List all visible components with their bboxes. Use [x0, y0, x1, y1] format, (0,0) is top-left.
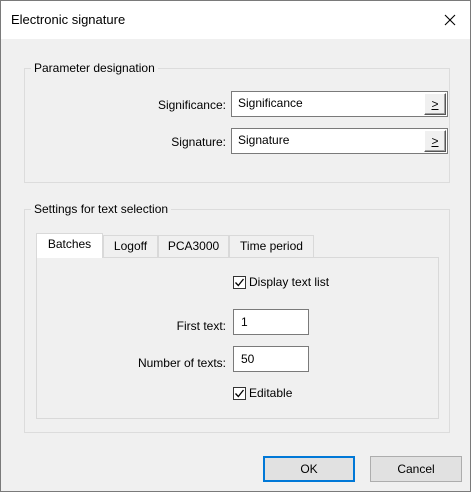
significance-browse-button[interactable]: > [424, 93, 446, 115]
tab-pca3000[interactable]: PCA3000 [158, 235, 229, 257]
editable-checkbox[interactable]: Editable [233, 386, 292, 400]
display-text-list-checkbox[interactable]: Display text list [233, 275, 329, 289]
checkmark-icon [235, 278, 245, 286]
window-title: Electronic signature [11, 12, 126, 27]
tab-time-period-label: Time period [240, 239, 303, 253]
number-of-texts-input[interactable]: 50 [233, 346, 309, 372]
close-icon [444, 14, 456, 26]
signature-field[interactable]: Signature > [231, 128, 448, 154]
editable-label: Editable [249, 386, 293, 400]
significance-label: Significance: [157, 98, 226, 112]
cancel-button[interactable]: Cancel [370, 456, 462, 482]
close-button[interactable] [430, 1, 470, 39]
first-text-value: 1 [241, 315, 248, 329]
tab-time-period[interactable]: Time period [229, 235, 314, 257]
signature-value: Signature [238, 133, 290, 147]
first-text-label: First text: [176, 319, 226, 333]
tab-pca3000-label: PCA3000 [167, 239, 220, 253]
tab-logoff[interactable]: Logoff [103, 235, 158, 257]
number-of-texts-label: Number of texts: [137, 356, 226, 370]
signature-browse-button[interactable]: > [424, 130, 446, 152]
significance-field[interactable]: Significance > [231, 91, 448, 117]
signature-label: Signature: [171, 135, 226, 149]
first-text-input[interactable]: 1 [233, 309, 309, 335]
tab-logoff-label: Logoff [113, 239, 148, 253]
title-bar: Electronic signature [1, 1, 470, 39]
ok-button[interactable]: OK [263, 456, 355, 482]
significance-value: Significance [238, 96, 303, 110]
parameter-designation-group: Parameter designation [24, 61, 450, 183]
tab-batches[interactable]: Batches [36, 233, 103, 258]
tab-batches-label: Batches [47, 237, 92, 251]
parameter-designation-title: Parameter designation [31, 61, 158, 75]
editable-box [233, 386, 246, 400]
checkmark-icon [235, 389, 245, 397]
number-of-texts-value: 50 [241, 352, 255, 366]
settings-text-selection-title: Settings for text selection [31, 202, 172, 216]
display-text-list-box [233, 275, 246, 289]
dialog-window: Electronic signature Parameter designati… [0, 0, 471, 492]
display-text-list-label: Display text list [249, 275, 330, 289]
